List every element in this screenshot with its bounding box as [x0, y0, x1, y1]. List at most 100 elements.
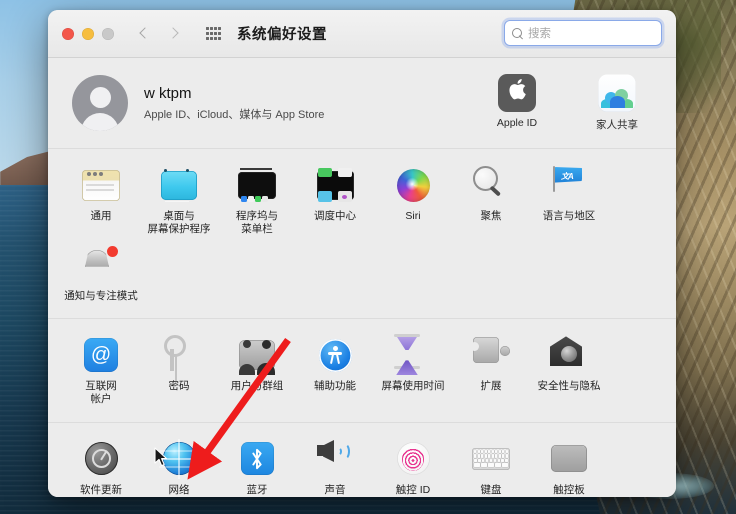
account-quick-actions: Apple ID 家人共享 [480, 74, 654, 132]
pref-software-update-label: 软件更新 [80, 483, 122, 496]
pref-security-privacy[interactable]: 安全性与隐私 [530, 332, 608, 412]
screen-time-icon [393, 334, 433, 375]
users-groups-icon [237, 335, 277, 376]
pref-general[interactable]: 通用 [62, 162, 140, 242]
trackpad-icon [549, 439, 589, 479]
pref-sound-label: 声音 [324, 483, 346, 496]
dock-menubar-icon [237, 165, 277, 205]
pref-passwords[interactable]: 密码 [140, 332, 218, 412]
pref-passwords-label: 密码 [168, 380, 190, 393]
avatar[interactable] [72, 75, 128, 131]
search-placeholder: 搜索 [528, 28, 551, 40]
account-text-block: w ktpm Apple ID、iCloud、媒体与 App Store [144, 85, 324, 122]
pref-notifications-focus-label: 通知与专注模式 [64, 289, 138, 302]
pref-notifications-focus[interactable]: 通知与专注模式 [62, 242, 140, 309]
pref-screen-time-label: 屏幕使用时间 [381, 380, 445, 393]
system-preferences-window: 系统偏好设置 搜索 w ktpm Apple ID、iCloud、媒体与 App… [48, 10, 676, 497]
pref-sound[interactable]: 声音 [296, 436, 374, 497]
desktop-screensaver-icon [159, 165, 199, 205]
prefs-section-3: 软件更新 网络 蓝牙 声音 触控 ID 键盘 触控板 [48, 423, 676, 497]
mission-control-icon [315, 165, 355, 205]
pref-trackpad[interactable]: 触控板 [530, 436, 608, 497]
security-privacy-icon [549, 335, 589, 375]
pref-dock-menubar-label: 程序坞与 菜单栏 [236, 210, 278, 235]
pref-internet-accounts-label: 互联网 帐户 [85, 380, 117, 406]
pref-users-groups[interactable]: 用户与群组 [218, 332, 296, 412]
minimize-button[interactable] [82, 27, 94, 40]
pref-trackpad-label: 触控板 [553, 483, 585, 496]
siri-icon [393, 165, 433, 205]
touch-id-icon [393, 439, 433, 479]
pref-bluetooth[interactable]: 蓝牙 [218, 436, 296, 497]
pref-language-region-label: 语言与地区 [542, 210, 596, 222]
pref-apple-id[interactable]: Apple ID [480, 74, 554, 132]
pref-siri[interactable]: Siri [374, 162, 452, 242]
pref-spotlight[interactable]: 聚焦 [452, 162, 530, 242]
pref-desktop-screensaver-label: 桌面与 屏幕保护程序 [147, 210, 211, 235]
pref-family-sharing[interactable]: 家人共享 [580, 74, 654, 132]
pref-siri-label: Siri [405, 210, 421, 222]
window-titlebar: 系统偏好设置 搜索 [48, 10, 676, 58]
bluetooth-icon [237, 439, 277, 479]
forward-chevron-icon[interactable] [168, 28, 180, 40]
apple-id-account-row[interactable]: w ktpm Apple ID、iCloud、媒体与 App Store App… [48, 58, 676, 148]
close-button[interactable] [62, 27, 74, 40]
pref-extensions-label: 扩展 [480, 380, 502, 393]
keyboard-icon [471, 439, 511, 479]
prefs-section-2: @ 互联网 帐户 密码 用户与群组 辅助功能 屏幕使用时间 扩展 安全性与隐私 [48, 319, 676, 422]
prefs-row: @ 互联网 帐户 密码 用户与群组 辅助功能 屏幕使用时间 扩展 安全性与隐私 [62, 332, 662, 412]
notifications-focus-icon [81, 245, 121, 285]
pref-keyboard-label: 键盘 [480, 483, 502, 496]
accessibility-icon [315, 335, 355, 375]
pref-mission-control-label: 调度中心 [314, 210, 356, 222]
pref-extensions[interactable]: 扩展 [452, 332, 530, 412]
pref-general-label: 通用 [90, 210, 112, 222]
prefs-row: 软件更新 网络 蓝牙 声音 触控 ID 键盘 触控板 [62, 436, 662, 497]
pref-apple-id-label: Apple ID [496, 117, 538, 129]
back-chevron-icon[interactable] [138, 28, 150, 40]
language-region-icon: 文A [549, 165, 589, 205]
pref-bluetooth-label: 蓝牙 [246, 483, 268, 496]
pref-language-region[interactable]: 文A 语言与地区 [530, 162, 608, 242]
software-update-icon [81, 439, 121, 479]
pref-dock-menubar[interactable]: 程序坞与 菜单栏 [218, 162, 296, 242]
pref-network-label: 网络 [168, 483, 190, 496]
pref-accessibility[interactable]: 辅助功能 [296, 332, 374, 412]
search-field[interactable]: 搜索 [504, 20, 662, 46]
apple-logo-icon [498, 74, 536, 112]
window-title: 系统偏好设置 [237, 27, 327, 43]
search-icon [512, 27, 523, 39]
notification-badge [107, 245, 118, 257]
pref-touch-id-label: 触控 ID [395, 483, 431, 496]
pref-network[interactable]: 网络 [140, 436, 218, 497]
pref-touch-id[interactable]: 触控 ID [374, 436, 452, 497]
navigation-buttons [138, 28, 180, 40]
pref-desktop-screensaver[interactable]: 桌面与 屏幕保护程序 [140, 162, 218, 242]
pref-screen-time[interactable]: 屏幕使用时间 [374, 332, 452, 412]
sound-speaker-icon [315, 439, 355, 479]
pref-mission-control[interactable]: 调度中心 [296, 162, 374, 242]
general-icon [81, 165, 121, 205]
pref-accessibility-label: 辅助功能 [314, 380, 356, 393]
pref-keyboard[interactable]: 键盘 [452, 436, 530, 497]
prefs-section-1: 通用 桌面与 屏幕保护程序 程序坞与 菜单栏 调度中心 Siri 聚焦 文A 语… [48, 149, 676, 318]
spotlight-icon [471, 165, 511, 205]
extensions-puzzle-icon [470, 335, 511, 375]
account-name: w ktpm [144, 84, 192, 102]
zoom-button[interactable] [102, 27, 114, 40]
pref-security-privacy-label: 安全性与隐私 [537, 380, 601, 393]
internet-accounts-icon: @ [81, 335, 121, 375]
prefs-row: 通用 桌面与 屏幕保护程序 程序坞与 菜单栏 调度中心 Siri 聚焦 文A 语… [62, 162, 662, 308]
pref-users-groups-label: 用户与群组 [230, 380, 284, 393]
passwords-key-icon [159, 335, 199, 375]
account-subtitle: Apple ID、iCloud、媒体与 App Store [144, 108, 325, 121]
network-globe-icon [159, 439, 199, 479]
pref-spotlight-label: 聚焦 [480, 210, 502, 222]
avatar-body [81, 113, 119, 131]
avatar-head [89, 87, 111, 109]
pref-internet-accounts[interactable]: @ 互联网 帐户 [62, 332, 140, 412]
preferences-body: w ktpm Apple ID、iCloud、媒体与 App Store App… [48, 58, 676, 497]
show-all-grid-icon[interactable] [206, 27, 221, 40]
pref-software-update[interactable]: 软件更新 [62, 436, 140, 497]
traffic-light-group [62, 27, 114, 40]
